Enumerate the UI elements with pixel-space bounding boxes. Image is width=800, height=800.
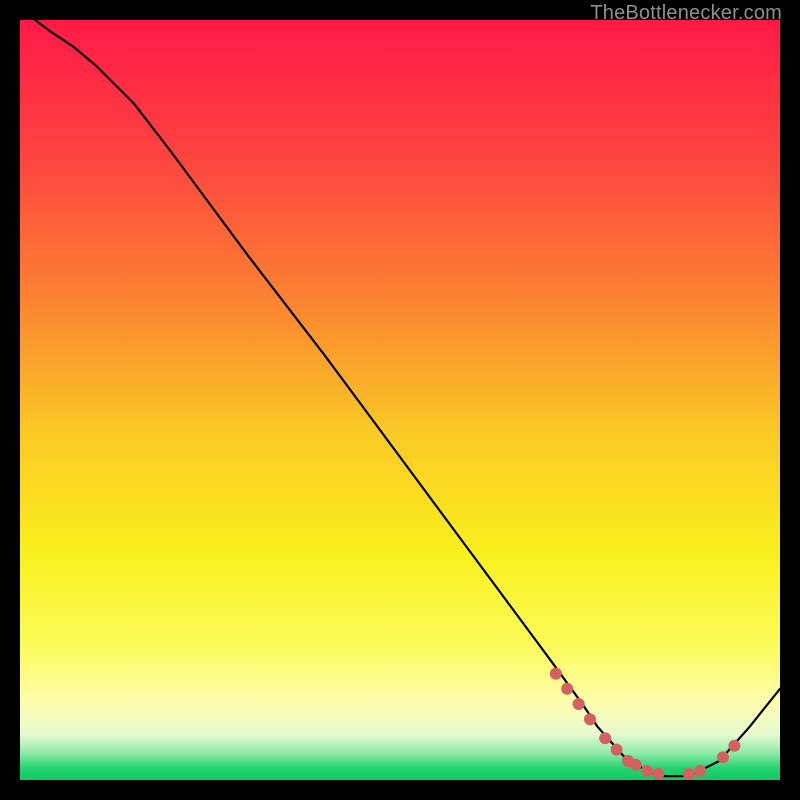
highlight-marker <box>584 713 596 725</box>
highlight-marker <box>561 683 573 695</box>
chart-frame: { "watermark": "TheBottlenecker.com", "c… <box>0 0 800 800</box>
highlight-marker <box>641 765 653 777</box>
highlight-marker <box>717 751 729 763</box>
highlight-marker <box>573 698 585 710</box>
watermark-text: TheBottlenecker.com <box>590 2 782 25</box>
highlight-marker <box>652 768 664 780</box>
highlight-marker <box>630 759 642 771</box>
bottleneck-chart <box>20 20 780 780</box>
gradient-background <box>20 20 780 780</box>
highlight-marker <box>611 744 623 756</box>
highlight-marker <box>599 732 611 744</box>
highlight-marker <box>728 740 740 752</box>
highlight-marker <box>683 768 695 780</box>
highlight-marker <box>694 765 706 777</box>
highlight-marker <box>550 668 562 680</box>
